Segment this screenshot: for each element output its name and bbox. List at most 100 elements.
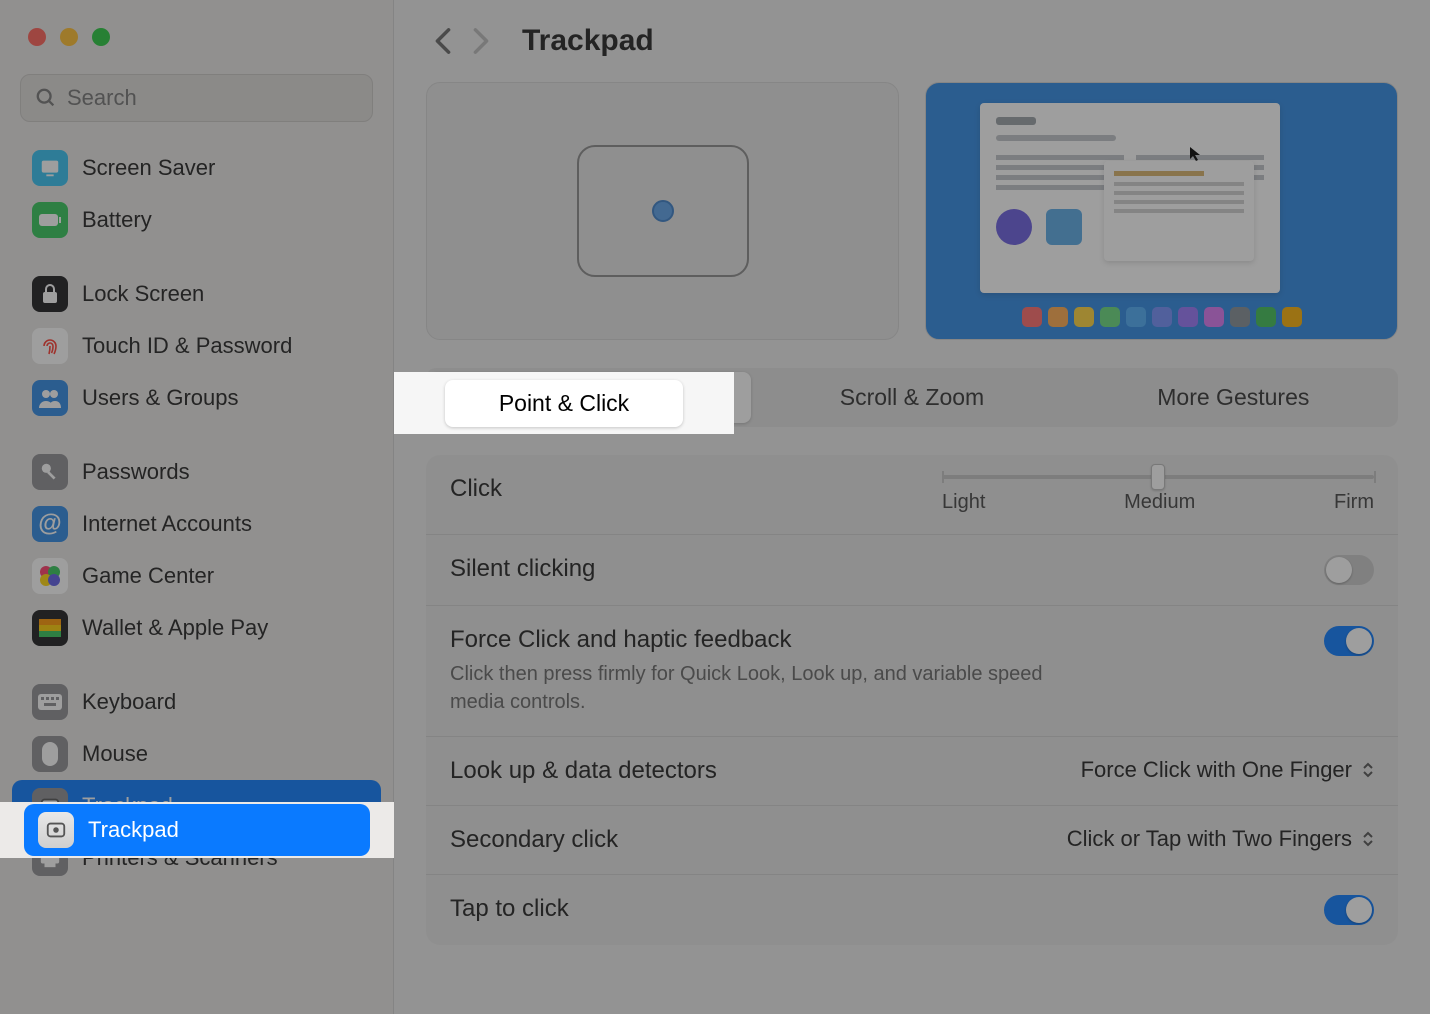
highlight-sidebar: Trackpad (0, 802, 394, 858)
chevron-updown-icon (1362, 762, 1374, 778)
sidebar-item-users-groups[interactable]: Users & Groups (12, 372, 381, 424)
users-icon (32, 380, 68, 416)
key-icon (32, 454, 68, 490)
sidebar-item-mouse[interactable]: Mouse (12, 728, 381, 780)
forward-button[interactable] (462, 22, 500, 60)
trackpad-touch-dot (652, 200, 674, 222)
highlight-sidebar-item[interactable]: Trackpad (24, 804, 370, 856)
slider-max: Firm (1334, 491, 1374, 514)
sidebar-item-label: Passwords (82, 459, 190, 485)
trackpad-icon (38, 812, 74, 848)
dock-app-icon (1074, 307, 1094, 327)
keyboard-icon (32, 684, 68, 720)
fingerprint-icon (32, 328, 68, 364)
dock-app-icon (1204, 307, 1224, 327)
screen-preview (925, 82, 1398, 340)
dock-app-icon (1022, 307, 1042, 327)
gamecenter-icon (32, 558, 68, 594)
silent-toggle[interactable] (1324, 555, 1374, 585)
tap-toggle[interactable] (1324, 895, 1374, 925)
tab-scroll-zoom[interactable]: Scroll & Zoom (751, 372, 1072, 423)
dock-app-icon (1230, 307, 1250, 327)
sidebar: Screen Saver Battery Lock Screen Touch ID &… (0, 0, 394, 1014)
row-silent-clicking: Silent clicking (426, 535, 1398, 606)
sidebar-item-lock-screen[interactable]: Lock Screen (12, 268, 381, 320)
row-tap-to-click: Tap to click (426, 875, 1398, 945)
search-input[interactable] (67, 85, 358, 111)
row-force-click: Force Click and haptic feedback Click th… (426, 606, 1398, 737)
dock-app-icon (1100, 307, 1120, 327)
click-label: Click (450, 475, 882, 503)
sidebar-item-wallet-apple-pay[interactable]: Wallet & Apple Pay (12, 602, 381, 654)
close-window-button[interactable] (28, 28, 46, 46)
sidebar-item-passwords[interactable]: Passwords (12, 446, 381, 498)
search-field[interactable] (20, 74, 373, 122)
secondary-label: Secondary click (450, 826, 1067, 854)
dock-app-icon (1152, 307, 1172, 327)
slider-mid: Medium (1124, 491, 1195, 514)
secondary-select[interactable]: Click or Tap with Two Fingers (1067, 826, 1374, 852)
lookup-value: Force Click with One Finger (1081, 757, 1352, 783)
sidebar-item-game-center[interactable]: Game Center (12, 550, 381, 602)
top-bar: Trackpad (394, 0, 1430, 82)
at-icon: @ (32, 506, 68, 542)
silent-label: Silent clicking (450, 555, 1324, 583)
dock-app-icon (1048, 307, 1068, 327)
dock-app-icon (1282, 307, 1302, 327)
minimize-window-button[interactable] (60, 28, 78, 46)
tab-more-gestures[interactable]: More Gestures (1073, 372, 1394, 423)
dock-app-icon (1256, 307, 1276, 327)
row-click: Click Light Medium Firm (426, 455, 1398, 535)
lookup-label: Look up & data detectors (450, 757, 1081, 785)
sidebar-item-label: Internet Accounts (82, 511, 252, 537)
trackpad-preview (426, 82, 899, 340)
wallet-icon (32, 610, 68, 646)
preview-row (394, 82, 1430, 368)
lookup-select[interactable]: Force Click with One Finger (1081, 757, 1374, 783)
sidebar-item-label: Users & Groups (82, 385, 239, 411)
back-button[interactable] (424, 22, 462, 60)
window-controls (0, 0, 393, 74)
chevron-updown-icon (1362, 831, 1374, 847)
sidebar-item-label: Touch ID & Password (82, 333, 292, 359)
sidebar-item-label: Game Center (82, 563, 214, 589)
dock-preview (1022, 307, 1302, 327)
slider-min: Light (942, 491, 985, 514)
dock-app-icon (1126, 307, 1146, 327)
sidebar-list: Screen Saver Battery Lock Screen Touch ID &… (0, 136, 393, 1014)
highlight-tab-label[interactable]: Point & Click (445, 380, 683, 427)
main-content: Trackpad (394, 0, 1430, 1014)
row-lookup: Look up & data detectors Force Click wit… (426, 737, 1398, 806)
force-toggle[interactable] (1324, 626, 1374, 656)
battery-icon (32, 202, 68, 238)
search-icon (35, 87, 57, 109)
click-slider[interactable]: Light Medium Firm (942, 475, 1374, 514)
force-label: Force Click and haptic feedback (450, 626, 1324, 654)
force-sub: Click then press firmly for Quick Look, … (450, 660, 1090, 716)
sidebar-item-label: Wallet & Apple Pay (82, 615, 268, 641)
highlight-sidebar-label: Trackpad (88, 817, 179, 843)
zoom-window-button[interactable] (92, 28, 110, 46)
dock-app-icon (1178, 307, 1198, 327)
slider-thumb[interactable] (1151, 464, 1165, 490)
highlight-tab: Point & Click (394, 372, 734, 434)
trackpad-outline (577, 145, 749, 277)
lock-icon (32, 276, 68, 312)
row-secondary-click: Secondary click Click or Tap with Two Fi… (426, 806, 1398, 875)
sidebar-item-label: Lock Screen (82, 281, 204, 307)
sidebar-item-label: Battery (82, 207, 152, 233)
tap-label: Tap to click (450, 895, 1324, 923)
sidebar-item-keyboard[interactable]: Keyboard (12, 676, 381, 728)
sidebar-item-label: Screen Saver (82, 155, 215, 181)
sidebar-item-touch-id-password[interactable]: Touch ID & Password (12, 320, 381, 372)
sidebar-item-battery[interactable]: Battery (12, 194, 381, 246)
settings-panel: Click Light Medium Firm Silent clicking (426, 455, 1398, 945)
mouse-icon (32, 736, 68, 772)
sidebar-item-internet-accounts[interactable]: @ Internet Accounts (12, 498, 381, 550)
secondary-value: Click or Tap with Two Fingers (1067, 826, 1352, 852)
page-title: Trackpad (522, 24, 654, 58)
sidebar-item-label: Mouse (82, 741, 148, 767)
sidebar-item-label: Keyboard (82, 689, 176, 715)
screensaver-icon (32, 150, 68, 186)
sidebar-item-screen-saver[interactable]: Screen Saver (12, 142, 381, 194)
